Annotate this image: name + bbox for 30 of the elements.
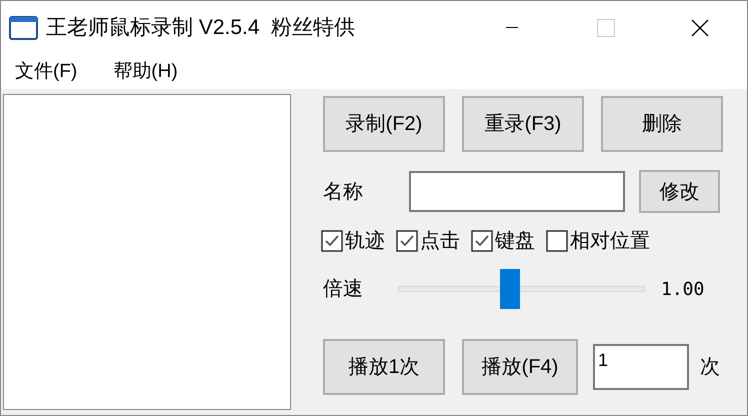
name-field[interactable] (409, 171, 625, 212)
close-icon (691, 19, 709, 37)
checkbox-icon (396, 230, 418, 252)
recording-list[interactable] (3, 94, 291, 410)
maximize-icon (597, 19, 615, 37)
window-title: 王老师鼠标录制 V2.5.4 粉丝特供 (46, 15, 356, 42)
toolbar-button[interactable]: 重录(F3) (462, 96, 584, 152)
toolbar-button[interactable]: 录制(F2) (323, 96, 445, 152)
menu-item[interactable]: 帮助(H) (105, 58, 186, 86)
menu-item[interactable]: 文件(F) (7, 58, 86, 86)
speed-reading: 1.00 (661, 278, 704, 302)
app-window-icon (9, 16, 38, 40)
checkbox-icon (546, 230, 568, 252)
play-once-button[interactable]: 播放1次 (323, 339, 445, 395)
minimize-icon (506, 27, 518, 29)
checkbox-icon (321, 230, 343, 252)
slider-thumb[interactable] (500, 269, 520, 309)
speed-slider[interactable] (398, 269, 645, 309)
option-checkbox[interactable]: 键盘 (471, 226, 535, 256)
count-unit: 次 (700, 355, 720, 380)
rename-button[interactable]: 修改 (639, 170, 720, 213)
option-checkbox[interactable]: 相对位置 (546, 226, 650, 256)
checkbox-icon (471, 230, 493, 252)
play-count-field[interactable]: 1 (593, 344, 689, 390)
option-checkbox[interactable]: 轨迹 (321, 226, 385, 256)
speed-label: 倍速 (323, 277, 364, 302)
option-checkbox[interactable]: 点击 (396, 226, 460, 256)
name-label: 名称 (323, 180, 364, 204)
play-button[interactable]: 播放(F4) (462, 339, 578, 395)
toolbar-button[interactable]: 删除 (601, 96, 723, 152)
